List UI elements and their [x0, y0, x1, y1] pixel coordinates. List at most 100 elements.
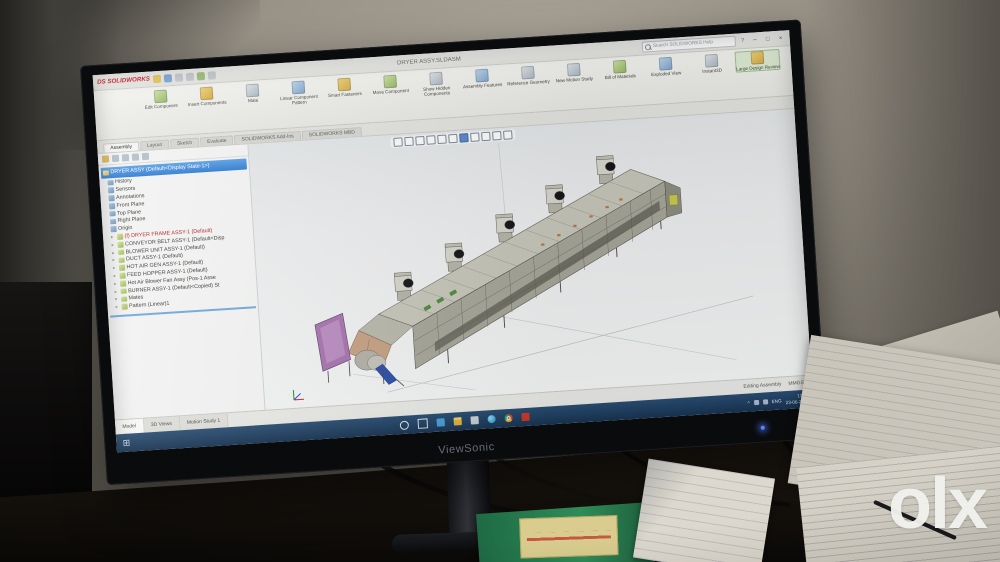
status-units[interactable]: MMGS — [788, 380, 804, 387]
file-explorer-icon[interactable] — [453, 417, 462, 426]
store-icon[interactable] — [470, 416, 479, 425]
ribbon-button[interactable]: New Motion Study — [551, 61, 597, 85]
section-view-icon[interactable] — [426, 135, 437, 145]
ribbon-button-label: New Motion Study — [555, 75, 594, 84]
status-editing-mode: Editing Assembly — [743, 381, 782, 390]
expand-arrow-icon[interactable]: ▸ — [115, 296, 119, 302]
component-icon — [120, 288, 127, 295]
task-view-icon[interactable] — [417, 418, 429, 429]
olx-watermark: olx — [887, 464, 988, 544]
component-icon — [118, 257, 125, 264]
component-icon — [121, 303, 128, 310]
ribbon-button[interactable]: Exploded View — [643, 55, 689, 79]
component-icon — [118, 264, 125, 271]
maximize-button[interactable]: □ — [763, 36, 773, 43]
component-icon — [120, 296, 127, 302]
ribbon-button-icon — [520, 65, 535, 80]
volume-icon[interactable] — [762, 398, 768, 405]
previous-view-icon[interactable] — [415, 135, 426, 146]
ribbon-button-icon — [291, 80, 306, 95]
expand-arrow-icon[interactable]: ▸ — [115, 304, 119, 310]
feature-icon — [109, 210, 116, 217]
feature-icon — [107, 187, 114, 194]
view-settings-icon[interactable] — [503, 130, 513, 140]
edge-icon[interactable] — [487, 414, 496, 424]
feature-tree-item-label: Origin — [117, 225, 133, 233]
close-button[interactable]: × — [775, 35, 785, 42]
ribbon-button[interactable]: Smart Fasteners — [321, 76, 367, 100]
ribbon-button-icon — [704, 53, 719, 68]
ribbon-button-label: Exploded View — [650, 70, 682, 78]
apply-scene-icon[interactable] — [492, 130, 502, 141]
expand-arrow-icon[interactable]: ▸ — [112, 257, 116, 263]
expand-arrow-icon[interactable]: ▸ — [111, 242, 115, 248]
display-style-icon[interactable] — [459, 133, 469, 143]
feature-tree-components: ▸ (f) DRYER FRAME ASSY-1 (Default) ▸ CON… — [103, 224, 258, 311]
ribbon-button-icon — [750, 50, 765, 65]
ribbon-button-label: Move Component — [372, 87, 410, 96]
ribbon-button[interactable]: Move Component — [367, 73, 413, 97]
ribbon-button[interactable]: Instant3D — [689, 52, 735, 76]
configuration-manager-tab-icon[interactable] — [121, 154, 130, 162]
help-button[interactable]: ? — [739, 37, 747, 44]
expand-arrow-icon[interactable]: ▸ — [112, 250, 116, 256]
ribbon-button[interactable]: Insert Components — [184, 84, 230, 108]
ribbon-button[interactable]: Mate — [229, 81, 275, 105]
expand-arrow-icon[interactable]: ▸ — [113, 265, 117, 271]
minimize-button[interactable]: – — [750, 37, 760, 44]
3d-model-dryer-conveyor[interactable] — [266, 123, 795, 406]
print-icon[interactable] — [185, 72, 195, 81]
ribbon-button-label: Show Hidden Components — [422, 85, 451, 98]
open-icon[interactable] — [163, 73, 173, 83]
cortana-icon[interactable] — [399, 420, 410, 430]
expand-arrow-icon[interactable]: ▸ — [113, 273, 117, 279]
property-manager-tab-icon[interactable] — [111, 154, 120, 163]
view-orientation-icon[interactable] — [448, 133, 458, 144]
component-icon — [119, 272, 126, 279]
component-icon — [117, 249, 124, 256]
feature-manager-tab-icon[interactable] — [101, 155, 110, 163]
chrome-icon[interactable] — [504, 413, 513, 423]
expand-arrow-icon[interactable]: ▸ — [114, 289, 118, 295]
ribbon-button[interactable]: Assembly Features — [459, 67, 505, 91]
language-indicator[interactable]: ENG — [771, 398, 781, 404]
ribbon-button-label: Edit Component — [144, 102, 178, 110]
hide-show-items-icon[interactable] — [470, 132, 480, 142]
assembly-icon — [102, 169, 109, 176]
start-button[interactable]: ⊞ — [116, 437, 137, 448]
ribbon-button-label: Smart Fasteners — [327, 90, 362, 99]
solidworks-taskbar-icon[interactable] — [521, 412, 530, 422]
search-placeholder: Search SOLIDWORKS Help — [652, 40, 714, 49]
undo-icon[interactable] — [196, 71, 206, 80]
mail-icon[interactable] — [436, 418, 446, 427]
rebuild-icon[interactable] — [207, 70, 217, 80]
ribbon-button[interactable]: Edit Component — [138, 87, 184, 111]
dynamic-annotation-views-icon[interactable] — [437, 134, 447, 145]
ribbon-button-label: Mate — [247, 97, 259, 104]
ribbon-button-icon — [245, 83, 260, 98]
security-shield-icon[interactable] — [753, 399, 759, 405]
display-manager-tab-icon[interactable] — [141, 152, 150, 161]
feature-icon — [107, 179, 114, 186]
component-icon — [119, 280, 126, 287]
component-icon — [116, 233, 123, 240]
zoom-to-area-icon[interactable] — [404, 136, 415, 147]
zoom-to-fit-icon[interactable] — [393, 137, 404, 147]
ribbon-button[interactable]: Linear Component Pattern — [275, 79, 322, 108]
book-label — [519, 515, 619, 559]
feature-tree-component-label: Mates — [128, 294, 144, 302]
dimxpert-manager-tab-icon[interactable] — [131, 153, 140, 161]
ribbon-button-label: Large Design Review — [736, 63, 780, 72]
tray-expand-icon[interactable]: ^ — [747, 400, 749, 405]
ribbon-button-icon — [383, 74, 398, 89]
ribbon-button[interactable]: Reference Geometry — [505, 64, 551, 88]
expand-arrow-icon[interactable]: ▸ — [111, 234, 115, 240]
ribbon-button[interactable]: Show Hidden Components — [413, 70, 460, 99]
new-icon[interactable] — [152, 74, 162, 83]
ribbon-button[interactable]: Bill of Materials — [597, 58, 643, 82]
expand-arrow-icon[interactable]: ▸ — [114, 281, 118, 287]
ribbon-button[interactable]: Large Design Review — [734, 48, 781, 73]
save-icon[interactable] — [174, 72, 184, 82]
graphics-viewport[interactable] — [248, 108, 812, 410]
edit-appearance-icon[interactable] — [481, 131, 491, 142]
